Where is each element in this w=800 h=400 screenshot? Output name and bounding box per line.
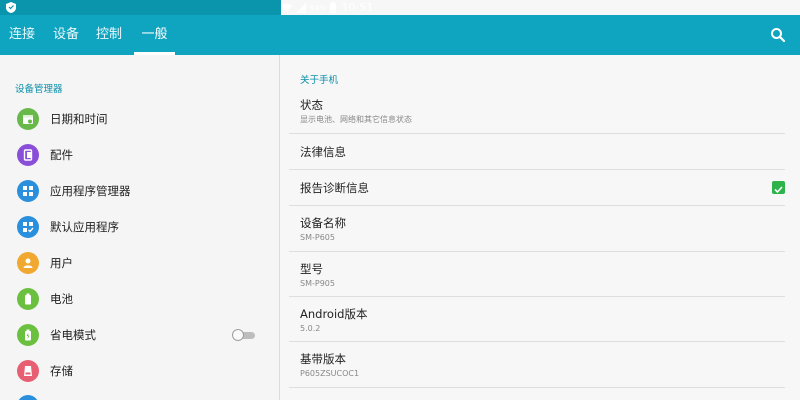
power-saving-icon [17,324,39,346]
sidebar-item-storage[interactable]: 存储 [0,353,279,389]
section-title-about-phone: 关于手机 [300,75,339,86]
accessory-icon [17,144,39,166]
settings-item-model[interactable]: 型号 SM-P905 [289,252,785,297]
tab-controls[interactable]: 控制 [91,15,127,55]
tab-bar: 连接 设备 控制 一般 [0,15,800,55]
tab-device[interactable]: 设备 [49,15,83,55]
settings-item-title: 设备名称 [300,216,346,230]
wifi-icon [281,3,292,12]
settings-item-android-version[interactable]: Android版本 5.0.2 [289,297,785,342]
settings-item-report-diagnostics[interactable]: 报告诊断信息 [289,170,785,206]
settings-item-subtitle: 显示电池、网络和其它信息状态 [300,115,412,124]
tab-connections[interactable]: 连接 [4,15,40,55]
apps-grid-icon [17,180,39,202]
status-bar: 64% 10:51 [0,0,800,15]
sidebar-item-accessories[interactable]: 配件 [0,137,279,173]
settings-item-status[interactable]: 状态 显示电池、网络和其它信息状态 [289,91,785,134]
calendar-clock-icon [17,108,39,130]
settings-item-title: 状态 [300,98,323,112]
settings-item-device-name[interactable]: 设备名称 SM-P605 [289,206,785,252]
settings-item-title: 法律信息 [300,145,346,159]
report-diagnostics-checkbox[interactable] [772,181,785,194]
sidebar-item-label: 应用程序管理器 [50,184,131,198]
settings-sidebar: 设备管理器 日期和时间 配件 应用程序管理器 默认应用程序 用户 电池 省电模式… [0,55,280,400]
settings-item-baseband-version[interactable]: 基带版本 P605ZSUCOC1 [289,342,785,388]
settings-item-title: 型号 [300,262,323,276]
sidebar-item-power-saving[interactable]: 省电模式 [0,317,279,353]
security-icon [17,395,39,400]
checkmark-icon [774,186,783,194]
settings-item-subtitle: P605ZSUCOC1 [300,369,360,378]
settings-item-subtitle: 5.0.2 [300,324,321,333]
signal-icon [296,2,306,13]
sidebar-item-label: 用户 [50,256,73,270]
storage-icon [17,360,39,382]
clock: 10:51 [341,1,374,14]
sidebar-item-label: 配件 [50,148,73,162]
sidebar-item-label: 存储 [50,364,73,378]
sidebar-item-date-time[interactable]: 日期和时间 [0,101,279,137]
sidebar-item-label: 电池 [50,292,73,306]
sidebar-item-users[interactable]: 用户 [0,245,279,281]
sidebar-item-label: 默认应用程序 [50,220,119,234]
default-apps-icon [17,216,39,238]
sidebar-item-default-apps[interactable]: 默认应用程序 [0,209,279,245]
about-device-panel: 关于手机 状态 显示电池、网络和其它信息状态 法律信息 报告诊断信息 设备名称 … [281,55,800,400]
sidebar-item-label: 日期和时间 [50,112,108,126]
settings-item-title: Android版本 [300,307,368,321]
sidebar-item-app-manager[interactable]: 应用程序管理器 [0,173,279,209]
settings-item-legal-info[interactable]: 法律信息 [289,134,785,170]
section-title-device-manager: 设备管理器 [15,84,63,95]
settings-item-title: 报告诊断信息 [300,181,369,195]
tab-general[interactable]: 一般 [134,15,175,55]
user-icon [17,252,39,274]
settings-item-title: 基带版本 [300,352,346,366]
settings-item-subtitle: SM-P905 [300,279,335,288]
toggle-knob [232,329,244,341]
settings-item-subtitle: SM-P605 [300,233,335,242]
sidebar-item-label: 省电模式 [50,328,96,342]
power-saving-toggle[interactable] [232,329,256,341]
search-icon[interactable] [770,27,786,43]
shield-icon [6,2,16,13]
battery-icon [329,2,336,13]
sidebar-item-battery[interactable]: 电池 [0,281,279,317]
battery-icon [17,288,39,310]
battery-percentage: 64% [310,3,326,12]
